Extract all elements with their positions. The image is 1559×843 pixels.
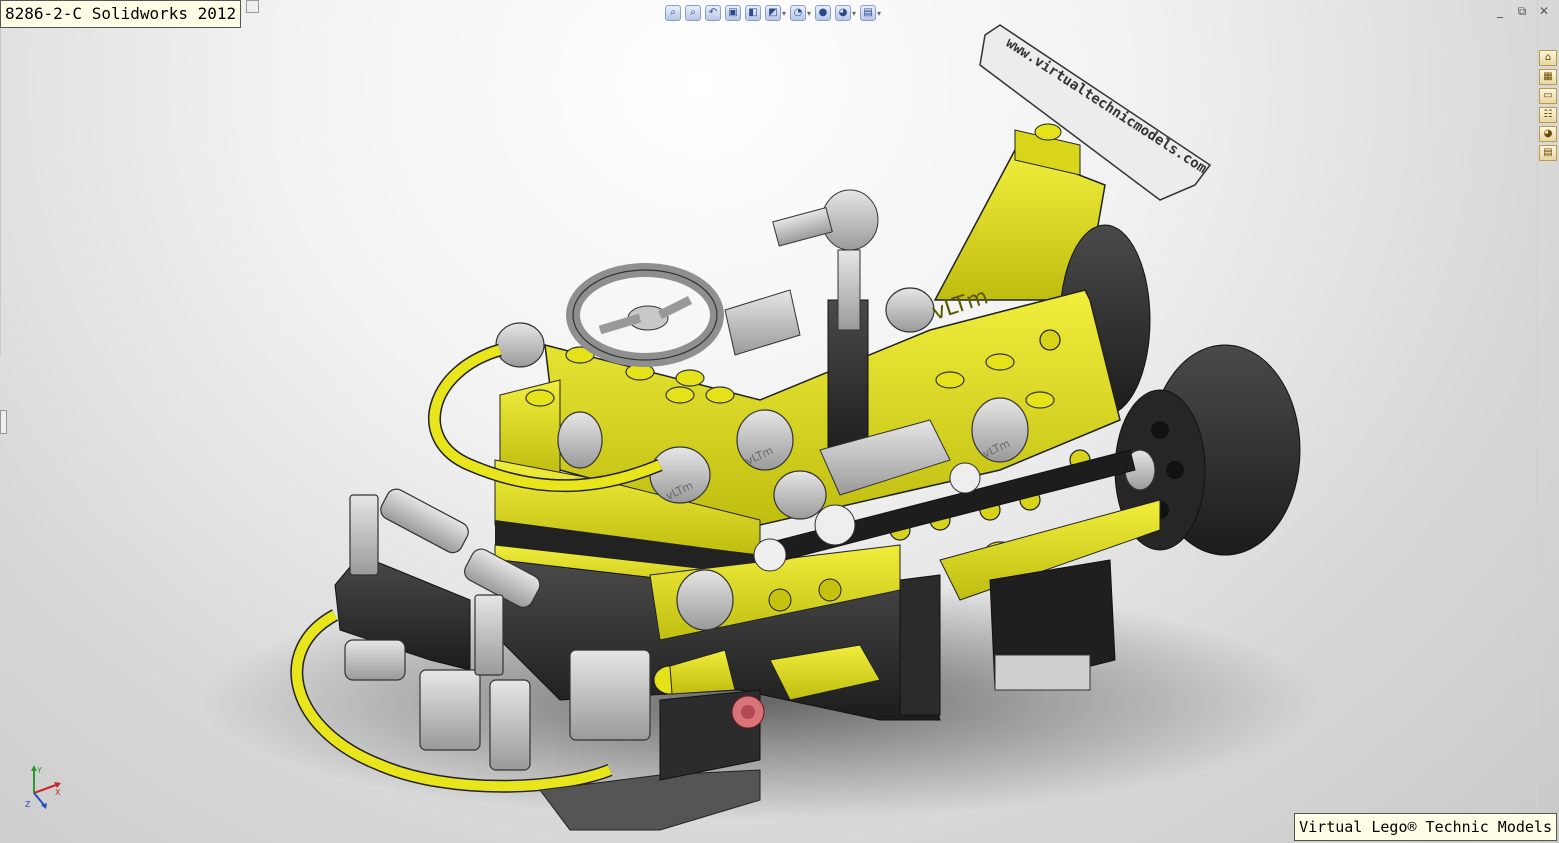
view-palette-icon[interactable]: ☷ [1539,107,1557,123]
chevron-down-icon[interactable]: ▾ [782,9,786,18]
restore-icon[interactable]: ⧉ [1515,4,1529,19]
triad-x-label: X [55,788,61,797]
solidworks-resources-icon[interactable]: ⌂ [1539,50,1557,66]
red-valve-inner [741,705,755,719]
view-settings-icon[interactable]: ▤ [860,5,877,21]
chevron-down-icon[interactable]: ▾ [852,9,856,18]
steering-shaft [837,249,861,331]
triad-y-label: Y [36,766,42,775]
file-explorer-icon[interactable]: ▭ [1539,88,1557,104]
heads-up-view-toolbar: ⌕ ⌕ ↶ ▣ ◧ ◩ ▾ ◔ ▾ ● ◕ ▾ ▤ ▾ [665,4,881,22]
3d-model[interactable]: www.virtualtechnicmodels.com vLTm vLTm v… [0,0,1559,843]
black-vertical-beam [899,574,941,716]
beam-hole [818,578,842,602]
apply-scene-icon[interactable]: ◕ [835,5,852,21]
chevron-down-icon[interactable]: ▾ [807,9,811,18]
section-view-icon[interactable]: ▣ [725,5,741,21]
hub-hole [1166,461,1184,479]
joint-axle [772,207,833,247]
custom-properties-icon[interactable]: ▤ [1539,145,1557,161]
task-pane-border [1537,0,1538,843]
universal-joint [821,189,879,251]
minimize-icon[interactable]: _ [1493,4,1507,19]
close-icon[interactable]: ✕ [1537,4,1551,19]
beam-hole [768,588,792,612]
document-title: 8286-2-C Solidworks 2012 [0,0,242,28]
gray-base-block [994,654,1091,691]
window-controls: _ ⧉ ✕ [1493,4,1551,19]
zoom-to-area-icon[interactable]: ⌕ [685,5,701,21]
reference-triad: Y X Z [25,765,61,809]
task-pane-tabs: ⌂ ▦ ▭ ☷ ◕ ▤ [1539,50,1557,161]
gear-rack [724,289,801,356]
chevron-down-icon[interactable]: ▾ [877,9,881,18]
left-panel-border [0,0,1,355]
graphics-area[interactable]: www.virtualtechnicmodels.com vLTm vLTm v… [0,0,1559,843]
steering-spoke [598,313,642,335]
document-tab-icon[interactable] [246,0,259,13]
zoom-to-fit-icon[interactable]: ⌕ [665,5,681,21]
hub-hole [1151,421,1169,439]
edit-appearance-icon[interactable]: ● [815,5,832,21]
feature-manager-collapse-handle[interactable] [0,410,7,434]
triad-z-label: Z [25,800,31,809]
steering-spoke [657,295,693,320]
appearances-scenes-icon[interactable]: ◕ [1539,126,1557,142]
watermark-label: Virtual Lego® Technic Models [1294,813,1557,841]
view-orientation-icon[interactable]: ◧ [745,5,761,21]
design-library-icon[interactable]: ▦ [1539,69,1557,85]
fin-stud [1034,123,1062,141]
display-style-icon[interactable]: ◩ [765,5,781,21]
previous-view-icon[interactable]: ↶ [705,5,721,21]
hide-show-items-icon[interactable]: ◔ [790,5,807,21]
